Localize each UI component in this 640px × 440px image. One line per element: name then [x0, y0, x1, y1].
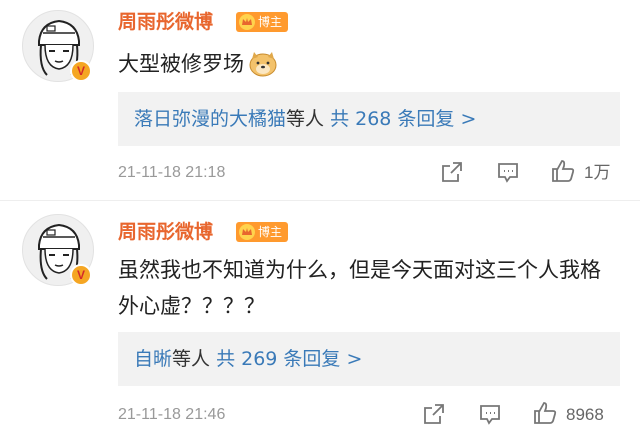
comment-icon[interactable] [478, 402, 502, 426]
role-badge-label: 博主 [258, 15, 283, 29]
verified-badge: V [70, 264, 92, 286]
role-badge-label: 博主 [258, 225, 283, 239]
crown-icon [239, 14, 255, 30]
role-badge: 博主 [236, 12, 289, 32]
comment-time: 21-11-18 21:46 [118, 406, 226, 423]
reply-summary[interactable]: 落日弥漫的大橘猫等人 共 268 条回复 > [118, 92, 620, 146]
reply-users[interactable]: 落日弥漫的大橘猫 [134, 108, 286, 130]
comment-icon[interactable] [496, 160, 520, 184]
like-count: 1万 [584, 163, 611, 182]
thumbs-up-icon[interactable] [532, 400, 558, 426]
crown-icon [239, 224, 255, 240]
verified-badge: V [70, 60, 92, 82]
reply-summary[interactable]: 自晰等人 共 269 条回复 > [118, 332, 620, 386]
comment-text: 虽然我也不知道为什么，但是今天面对这三个人我格外心虚？？？？ [118, 258, 601, 318]
like-count: 8968 [566, 405, 604, 424]
reply-suffix: 等人 [172, 348, 211, 370]
share-icon[interactable] [440, 160, 464, 184]
reply-count[interactable]: 共 269 条回复 > [216, 348, 362, 370]
role-badge: 博主 [236, 222, 289, 242]
reply-count[interactable]: 共 268 条回复 > [330, 108, 476, 130]
divider [0, 200, 640, 201]
author-name[interactable]: 周雨彤微博 [118, 10, 213, 34]
author-name[interactable]: 周雨彤微博 [118, 220, 213, 244]
comment-text-body: 大型被修罗场 [118, 52, 244, 76]
doge-emoji-icon [249, 52, 277, 77]
comment-time: 21-11-18 21:18 [118, 164, 226, 181]
comment-text: 大型被修罗场 [118, 46, 616, 82]
reply-users[interactable]: 自晰 [134, 348, 172, 370]
thumbs-up-icon[interactable] [550, 158, 576, 184]
reply-suffix: 等人 [286, 108, 325, 130]
share-icon[interactable] [422, 402, 446, 426]
